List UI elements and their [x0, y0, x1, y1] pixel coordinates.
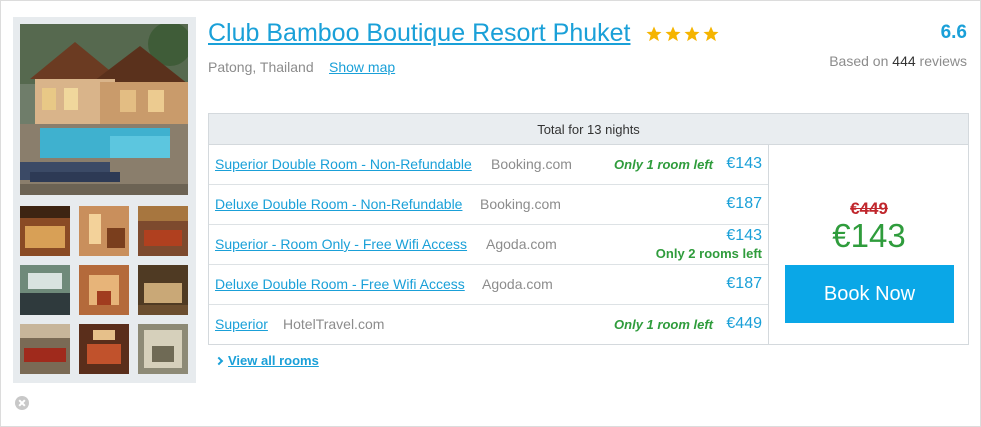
room-name-link[interactable]: Deluxe Double Room - Free Wifi Access [215, 276, 465, 292]
room-provider: Booking.com [480, 196, 561, 212]
rooms-header: Total for 13 nights [209, 114, 968, 145]
room-provider: Agoda.com [486, 236, 557, 252]
old-price: €449 [850, 199, 888, 218]
thumbnail[interactable] [79, 206, 129, 256]
room-row: Superior HotelTravel.com Only 1 room lef… [209, 305, 768, 345]
star-icon [646, 26, 662, 42]
availability-note: Only 1 room left [614, 157, 713, 172]
review-count: 444 [892, 53, 916, 69]
room-name-link[interactable]: Superior [215, 316, 268, 332]
thumbnail[interactable] [79, 324, 129, 374]
room-provider: HotelTravel.com [283, 316, 385, 332]
room-price[interactable]: €187 [726, 275, 762, 293]
room-price[interactable]: €449 [726, 315, 762, 333]
rooms-table: Total for 13 nights Superior Double Room… [208, 113, 969, 345]
photo-gallery [13, 17, 196, 383]
thumbnail[interactable] [138, 265, 188, 315]
room-name-link[interactable]: Superior Double Room - Non-Refundable [215, 156, 472, 172]
room-price[interactable]: €187 [726, 195, 762, 213]
review-summary: Based on 444 reviews [829, 53, 967, 69]
availability-note: Only 2 rooms left [655, 246, 762, 261]
thumbnail[interactable] [20, 265, 70, 315]
hotel-result-card: Club Bamboo Boutique Resort Phuket Paton… [0, 0, 981, 427]
view-all-rooms-link[interactable]: View all rooms [214, 353, 319, 368]
main-photo[interactable] [20, 24, 188, 195]
based-on-label: Based on [829, 53, 889, 69]
thumbnail[interactable] [79, 265, 129, 315]
reviews-label: reviews [919, 53, 967, 69]
show-map-link[interactable]: Show map [329, 59, 395, 75]
review-score: 6.6 [940, 22, 967, 43]
room-name-link[interactable]: Superior - Room Only - Free Wifi Access [215, 236, 467, 252]
best-deal-panel: €449 €143 Book Now [770, 145, 968, 344]
room-name-link[interactable]: Deluxe Double Room - Non-Refundable [215, 196, 462, 212]
room-row: Deluxe Double Room - Free Wifi Access Ag… [209, 265, 768, 305]
star-icon [703, 26, 719, 42]
hotel-name-link[interactable]: Club Bamboo Boutique Resort Phuket [208, 19, 630, 48]
view-all-label: View all rooms [228, 353, 319, 368]
hotel-location: Patong, Thailand [208, 59, 314, 75]
room-provider: Booking.com [491, 156, 572, 172]
room-price[interactable]: €143 [726, 227, 762, 245]
room-row: Superior - Room Only - Free Wifi Access … [209, 225, 768, 265]
chevron-right-icon [214, 356, 224, 366]
thumbnail[interactable] [138, 324, 188, 374]
room-list: Superior Double Room - Non-Refundable Bo… [209, 145, 769, 344]
thumbnail[interactable] [20, 206, 70, 256]
star-rating [645, 25, 720, 43]
star-icon [665, 26, 681, 42]
star-icon [684, 26, 700, 42]
room-price[interactable]: €143 [726, 155, 762, 173]
room-row: Deluxe Double Room - Non-Refundable Book… [209, 185, 768, 225]
book-now-button[interactable]: Book Now [785, 265, 954, 323]
room-provider: Agoda.com [482, 276, 553, 292]
close-icon[interactable] [15, 396, 29, 410]
best-price: €143 [832, 217, 906, 254]
thumbnail[interactable] [138, 206, 188, 256]
room-row: Superior Double Room - Non-Refundable Bo… [209, 145, 768, 185]
availability-note: Only 1 room left [614, 317, 713, 332]
thumbnail[interactable] [20, 324, 70, 374]
